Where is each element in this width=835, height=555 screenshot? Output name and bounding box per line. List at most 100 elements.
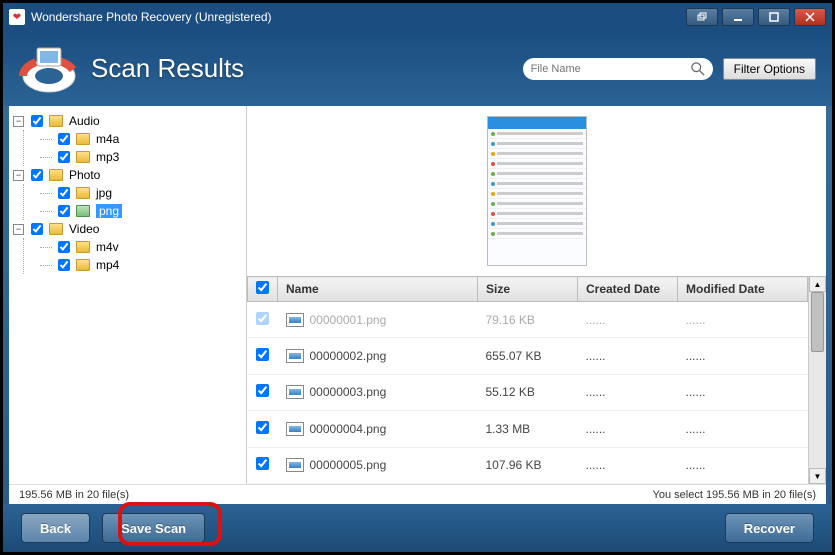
tree-folder[interactable]: jpg [54,184,242,202]
tree-folder[interactable]: m4a [54,130,242,148]
filter-options-button[interactable]: Filter Options [723,58,816,80]
file-created: ...... [578,302,678,338]
tree-folder[interactable]: mp4 [54,256,242,274]
tree-folder[interactable]: m4v [54,238,242,256]
file-name: 00000005.png [310,458,387,472]
titlebar: ❤ Wondershare Photo Recovery (Unregister… [3,3,832,31]
table-row[interactable]: 00000003.png55.12 KB............ [248,374,808,410]
tree-folder[interactable]: − Audio [13,112,242,130]
row-checkbox[interactable] [256,384,269,397]
column-size[interactable]: Size [478,277,578,302]
recover-button[interactable]: Recover [725,513,814,543]
row-checkbox[interactable] [256,312,269,325]
file-table: Name Size Created Date Modified Date 000… [247,276,808,484]
file-size: 655.07 KB [478,338,578,374]
tree-folder[interactable]: − Video [13,220,242,238]
save-scan-button[interactable]: Save Scan [102,513,205,543]
preview-thumbnail [487,116,587,266]
close-button[interactable] [794,8,826,26]
status-right: You select 195.56 MB in 20 file(s) [653,489,816,501]
window-restore-small-button[interactable] [686,8,718,26]
vertical-scrollbar[interactable]: ▲ ▼ [808,276,826,484]
column-check[interactable] [248,277,278,302]
tree-label: jpg [96,186,112,200]
tree-checkbox[interactable] [31,169,43,181]
table-row[interactable]: 00000005.png107.96 KB............ [248,447,808,483]
expander-icon[interactable]: − [13,224,24,235]
table-row[interactable]: 00000004.png 1.33 MB............ [248,411,808,447]
tree-checkbox[interactable] [58,133,70,145]
minimize-button[interactable] [722,8,754,26]
file-created: ...... [578,411,678,447]
tree-folder[interactable]: − Photo [13,166,242,184]
page-title: Scan Results [91,53,244,84]
file-name: 00000004.png [310,422,387,436]
scroll-up-button[interactable]: ▲ [809,276,826,292]
column-created[interactable]: Created Date [578,277,678,302]
image-file-icon [286,349,304,363]
select-all-checkbox[interactable] [256,281,269,294]
image-file-icon [286,313,304,327]
folder-icon [76,133,90,145]
search-input[interactable] [531,63,691,75]
file-size: 79.16 KB [478,302,578,338]
column-modified[interactable]: Modified Date [678,277,808,302]
file-modified: ...... [678,374,808,410]
maximize-button[interactable] [758,8,790,26]
folder-icon [49,223,63,235]
tree-label: png [96,204,122,218]
tree-folder[interactable]: mp3 [54,148,242,166]
expander-icon[interactable]: − [13,170,24,181]
window-controls [686,8,826,26]
tree-checkbox[interactable] [58,259,70,271]
lifebuoy-icon [19,42,79,96]
file-created: ...... [578,374,678,410]
tree-label: mp4 [96,258,119,272]
status-left: 195.56 MB in 20 file(s) [19,489,129,501]
file-modified: ...... [678,302,808,338]
image-file-icon [286,385,304,399]
file-size: 107.96 KB [478,447,578,483]
folder-icon [76,241,90,253]
tree-checkbox[interactable] [58,205,70,217]
folder-icon [76,259,90,271]
folder-tree: − Audio m4amp3 − Photo jpg png − Video m4v mp4 [9,106,247,484]
table-row[interactable]: 00000002.png655.07 KB............ [248,338,808,374]
tree-folder[interactable]: png [54,202,242,220]
back-button[interactable]: Back [21,513,90,543]
scroll-down-button[interactable]: ▼ [809,468,826,484]
tree-label: Audio [69,114,100,128]
app-logo-icon: ❤ [9,9,25,25]
tree-checkbox[interactable] [58,241,70,253]
app-window: ❤ Wondershare Photo Recovery (Unregister… [0,0,835,555]
file-modified: ...... [678,338,808,374]
folder-icon [76,151,90,163]
window-title: Wondershare Photo Recovery (Unregistered… [31,10,272,24]
scroll-thumb[interactable] [811,292,824,352]
file-modified: ...... [678,411,808,447]
table-row[interactable]: 00000001.png 79.16 KB............ [248,302,808,338]
image-file-icon [286,422,304,436]
tree-checkbox[interactable] [31,223,43,235]
row-checkbox[interactable] [256,348,269,361]
file-table-wrap: Name Size Created Date Modified Date 000… [247,276,826,484]
tree-checkbox[interactable] [58,187,70,199]
row-checkbox[interactable] [256,457,269,470]
file-name: 00000001.png [310,313,387,327]
tree-label: Video [69,222,99,236]
file-size: 1.33 MB [478,411,578,447]
column-name[interactable]: Name [278,277,478,302]
folder-icon [49,115,63,127]
row-checkbox[interactable] [256,421,269,434]
search-box[interactable] [523,58,713,80]
expander-icon[interactable]: − [13,116,24,127]
status-bar: 195.56 MB in 20 file(s) You select 195.5… [9,484,826,504]
footer: Back Save Scan Recover [3,504,832,552]
tree-label: Photo [69,168,100,182]
body: − Audio m4amp3 − Photo jpg png − Video m4v mp4 [9,106,826,484]
folder-icon [76,187,90,199]
tree-checkbox[interactable] [31,115,43,127]
tree-checkbox[interactable] [58,151,70,163]
file-name: 00000003.png [310,385,387,399]
search-icon [691,62,705,76]
